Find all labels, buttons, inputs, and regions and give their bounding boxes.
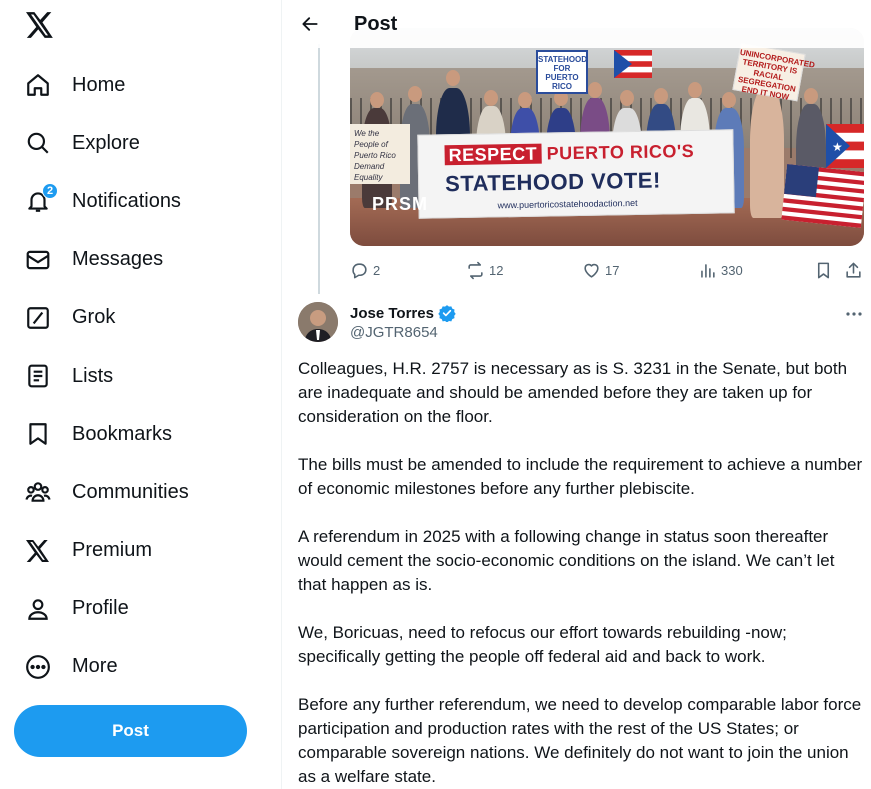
grok-icon [24,304,52,332]
bell-icon: 2 [24,183,58,215]
image-head [370,92,384,108]
banner-line1-rest: PUERTO RICO'S [546,140,695,164]
image-head [804,88,818,104]
post-image[interactable]: STATEHOOD FOR PUERTO RICO UNINCORPORATED… [350,28,864,246]
reply-action[interactable]: 2 [350,258,380,282]
analytics-icon [701,263,715,278]
person-icon [24,595,52,623]
like-count: 17 [605,262,620,278]
share-action[interactable] [844,258,863,282]
nav-item-more[interactable]: More [12,638,272,696]
views-action[interactable]: 330 [698,258,743,282]
home-icon [24,71,52,99]
nav-item-messages[interactable]: Messages [12,231,272,289]
more-circle-icon [24,653,52,681]
envelope-icon [24,246,52,274]
banner-line1: RESPECT PUERTO RICO'S [444,141,694,166]
author-name[interactable]: Jose Torres [350,305,434,322]
bookmark-icon [24,420,52,448]
image-head [688,82,702,98]
image-head [620,90,634,106]
repost-action[interactable]: 12 [466,258,503,282]
verified-badge-icon [438,305,456,322]
reply-icon [352,262,367,278]
nav-item-home[interactable]: Home [12,56,272,114]
image-head [654,88,668,104]
page-header: Post [282,0,871,48]
post-paragraph: A referendum in 2025 with a following ch… [298,527,835,594]
image-head [518,92,532,108]
nav-label-premium: Premium [72,539,153,562]
nav-label-messages: Messages [72,248,164,271]
bookmark-icon [817,262,830,278]
back-arrow-icon[interactable] [292,6,328,42]
nav-item-grok[interactable]: Grok [12,289,272,347]
main-column: Post STATEHOOD FOR PUERTO RICO UNINCORPO… [282,0,871,789]
banner-highlight: RESPECT [444,143,542,166]
sidebar: Home Explore 2 Notifications Messages Gr… [0,0,282,789]
nav-item-explore[interactable]: Explore [12,114,272,172]
post-paragraph: Before any further referendum, we need t… [298,695,862,786]
nav-label-notifications: Notifications [72,189,181,212]
image-head [484,90,498,106]
repost-count: 12 [489,262,504,278]
x-premium-icon [24,537,52,565]
image-head [588,82,602,98]
post-body: Colleagues, H.R. 2757 is necessary as is… [298,357,866,789]
post-paragraph: We, Boricuas, need to refocus our effort… [298,623,787,666]
author-name-row: Jose Torres [350,304,456,322]
image-watermark: PRSM [372,194,429,214]
post-paragraph: The bills must be amended to include the… [298,455,863,498]
post-paragraph: Colleagues, H.R. 2757 is necessary as is… [298,359,848,426]
image-head [446,70,460,86]
nav-label-more: More [72,655,118,678]
image-flag-puerto-rico: ★ [826,124,864,168]
nav-label-lists: Lists [72,364,114,387]
image-head [408,86,422,102]
nav-item-notifications[interactable]: 2 Notifications [12,172,272,230]
nav-label-profile: Profile [72,597,129,620]
image-sign-right: UNINCORPORATED TERRITORY IS RACIAL SEGRE… [732,42,815,102]
nav-item-bookmarks[interactable]: Bookmarks [12,405,272,463]
more-options-icon[interactable] [842,304,866,324]
post-actions: 2 12 17 330 [350,258,866,282]
nav-item-profile[interactable]: Profile [12,580,272,638]
people-icon [24,478,52,506]
image-banner: RESPECT PUERTO RICO'S STATEHOOD VOTE! ww… [417,129,735,219]
like-action[interactable]: 17 [582,258,619,282]
image-sign-statehood: STATEHOOD FOR PUERTO RICO [536,50,588,94]
share-icon [846,262,861,278]
image-flag-usa [781,163,864,229]
banner-url: www.puertoricostatehoodaction.net [497,197,638,211]
avatar[interactable] [298,302,338,342]
reply-count: 2 [373,262,381,278]
nav-label-communities: Communities [72,480,189,503]
image-person [750,88,784,218]
notification-badge: 2 [42,183,58,200]
nav-label-explore: Explore [72,131,140,154]
banner-line2: STATEHOOD VOTE! [444,167,662,197]
nav-label-bookmarks: Bookmarks [72,422,173,445]
bookmark-action[interactable] [814,258,833,282]
image-sign-left: We the People of Puerto Rico Demand Equa… [350,124,410,184]
nav-label-home: Home [72,73,126,96]
nav-item-communities[interactable]: Communities [12,463,272,521]
nav-label-grok: Grok [72,306,116,329]
author-handle[interactable]: @JGTR8654 [350,324,438,341]
heart-icon [584,263,599,278]
search-icon [24,129,52,157]
primary-nav: Home Explore 2 Notifications Messages Gr… [12,56,272,696]
repost-icon [468,261,483,279]
x-logo-icon[interactable] [24,9,56,41]
image-head [722,92,736,108]
thread-connector-line [318,44,320,294]
nav-item-premium[interactable]: Premium [12,522,272,580]
views-count: 330 [721,262,743,278]
list-icon [24,362,52,390]
post-button[interactable]: Post [14,705,247,757]
svg-text:★: ★ [832,140,843,154]
nav-item-lists[interactable]: Lists [12,347,272,405]
page-title: Post [354,12,398,35]
image-flag-puerto-rico-top [614,50,652,78]
